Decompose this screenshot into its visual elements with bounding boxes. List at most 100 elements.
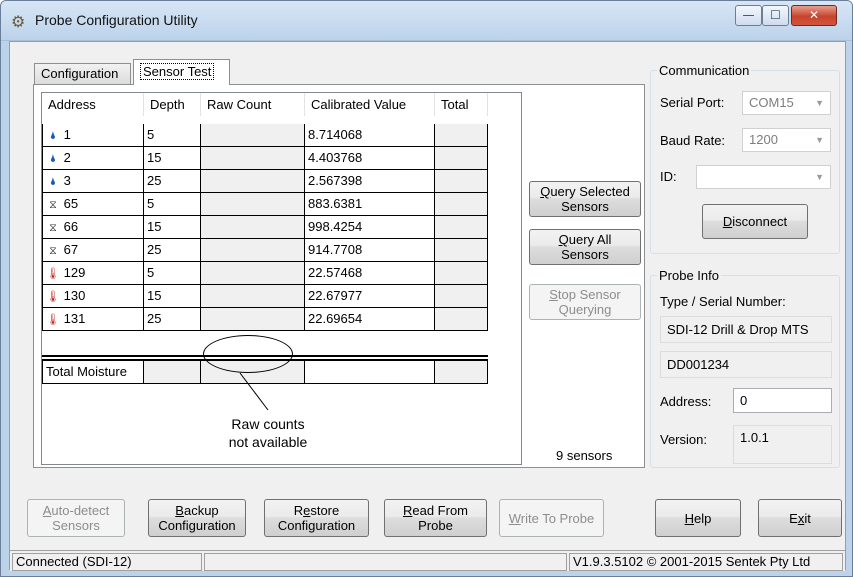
query-all-label: uery All [568,232,612,247]
row-total [435,147,488,170]
water-drop-icon: 🌢 [49,176,57,188]
row-calibrated-value: 998.4254 [305,216,435,239]
row-calibrated-value: 4.403768 [305,147,435,170]
write-label: rite To Probe [520,510,595,526]
header-address[interactable]: Address [42,93,144,116]
annotation-line-2: not available [228,434,308,450]
row-depth: 25 [144,170,201,193]
communication-title: Communication [657,63,752,78]
row-depth: 5 [144,124,201,147]
chevron-down-icon: ▼ [815,98,824,108]
row-raw-count [201,124,305,147]
salinity-icon: ⧖ [49,222,57,234]
row-total [435,262,488,285]
probe-serial-field: DD001234 [660,351,832,378]
row-address: 3 [63,173,71,188]
water-drop-icon: 🌢 [49,153,57,165]
auto-detect-label: uto-detect [51,503,110,518]
status-middle-panel [204,553,567,571]
exit-label-b: it [804,510,811,526]
baud-rate-label: Baud Rate: [660,133,726,148]
tab-sensor-test-label: Sensor Test [140,63,215,80]
exit-button[interactable]: Exit [758,499,842,537]
probe-type-field: SDI-12 Drill & Drop MTS [660,316,832,343]
address-input[interactable]: 0 [733,388,832,413]
help-label: elp [694,510,712,526]
read-from-probe-button[interactable]: Read From Probe [384,499,487,537]
row-address: 65 [63,196,79,211]
read-accel: R [402,503,413,518]
title-bar[interactable]: ⚙ Probe Configuration Utility — ☐ ✕ [1,1,852,41]
restore-label-b: store [310,503,340,518]
thermometer-icon: 🌡 [46,291,60,303]
row-total [435,124,488,147]
total-moisture-label: Total Moisture [42,361,144,384]
baud-rate-value: 1200 [749,132,778,147]
row-calibrated-value: 2.567398 [305,170,435,193]
row-total [435,170,488,193]
restore-label-2: Configuration [277,518,356,533]
chevron-down-icon: ▼ [815,172,824,182]
id-label: ID: [660,169,677,184]
header-raw-count[interactable]: Raw Count [201,93,305,116]
restore-label-a: R [293,503,304,518]
type-serial-label: Type / Serial Number: [660,294,786,309]
row-depth: 15 [144,216,201,239]
row-raw-count [201,147,305,170]
address-label: Address: [660,394,712,409]
chevron-down-icon: ▼ [815,135,824,145]
query-all-accel: Q [558,232,569,247]
query-selected-sensors-button[interactable]: Query Selected Sensors [529,181,641,217]
serial-port-select[interactable]: COM15 ▼ [742,91,831,115]
header-total[interactable]: Total [435,93,488,116]
total-total-cell [435,361,488,384]
total-depth-cell [144,361,201,384]
stop-sensor-querying-button[interactable]: Stop Sensor Querying [529,284,641,320]
row-calibrated-value: 22.69654 [305,308,435,331]
restore-configuration-button[interactable]: Restore Configuration [264,499,369,537]
disconnect-button[interactable]: Disconnect [702,204,808,239]
annotation-line-1: Raw counts [231,416,305,432]
row-raw-count [201,170,305,193]
total-calibrated-cell [305,361,435,384]
read-label-2: Probe [418,518,453,533]
row-address: 66 [63,219,79,234]
version-label: Version: [660,432,707,447]
minimize-button[interactable]: — [735,5,762,26]
row-depth: 15 [144,285,201,308]
sensor-grid[interactable]: Address Depth Raw Count Calibrated Value… [41,92,522,465]
row-address: 130 [63,288,86,303]
write-accel: W [508,510,521,526]
row-total [435,239,488,262]
help-accel: H [684,510,695,526]
backup-configuration-button[interactable]: Backup Configuration [148,499,246,537]
salinity-icon: ⧖ [49,199,57,211]
auto-detect-sensors-button[interactable]: Auto-detect Sensors [27,499,125,537]
disconnect-label: isconnect [732,214,788,229]
row-depth: 5 [144,262,201,285]
write-to-probe-button[interactable]: Write To Probe [499,499,604,537]
probe-info-title: Probe Info [657,268,721,283]
row-depth: 15 [144,147,201,170]
row-calibrated-value: 8.714068 [305,124,435,147]
row-raw-count [201,239,305,262]
probe-info-group: Probe Info Type / Serial Number: SDI-12 … [650,268,840,468]
version-field: 1.0.1 [733,425,832,464]
header-depth[interactable]: Depth [144,93,201,116]
thermometer-icon: 🌡 [46,268,60,280]
backup-label: ackup [183,503,219,518]
baud-rate-select[interactable]: 1200 ▼ [742,128,831,152]
help-button[interactable]: Help [655,499,741,537]
row-raw-count [201,216,305,239]
id-select[interactable]: ▼ [696,165,831,189]
thermometer-icon: 🌡 [46,314,60,326]
maximize-button[interactable]: ☐ [762,5,789,26]
tab-configuration[interactable]: Configuration [34,63,131,84]
serial-port-value: COM15 [749,95,794,110]
query-all-sensors-button[interactable]: Query All Sensors [529,229,641,265]
tab-sensor-test[interactable]: Sensor Test [133,59,230,85]
header-calibrated-value[interactable]: Calibrated Value [305,93,435,116]
salinity-icon: ⧖ [49,245,57,257]
close-button[interactable]: ✕ [791,5,837,26]
row-depth: 25 [144,239,201,262]
